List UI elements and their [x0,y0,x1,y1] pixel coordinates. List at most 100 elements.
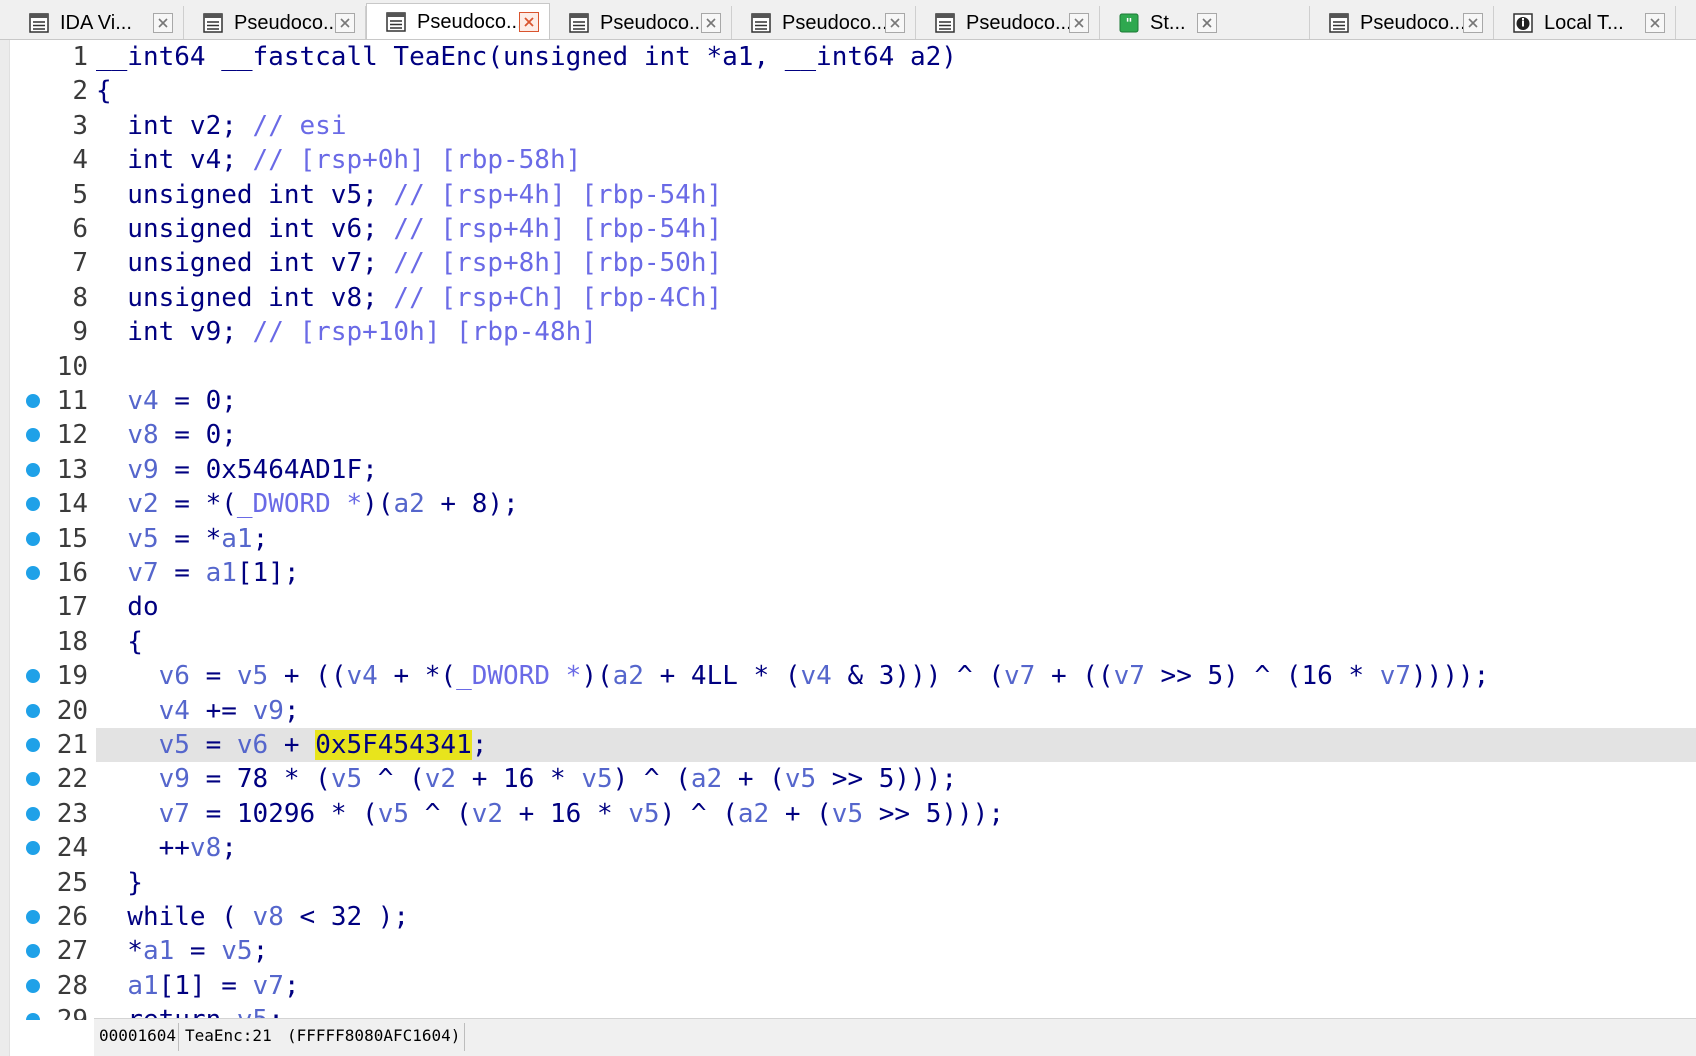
tab-pseudocode[interactable]: Pseudoco... [184,6,366,39]
code-token: < 32 ); [283,902,410,932]
code-text[interactable]: v6 = v5 + ((v4 + *(_DWORD *)(a2 + 4LL * … [96,659,1490,693]
tab-pseudocode[interactable]: Pseudoco... [732,6,916,39]
code-text[interactable]: v5 = v6 + 0x5F454341; [96,728,487,762]
code-line[interactable]: 28 a1[1] = v7; [10,969,1696,1003]
breakpoint-dot-icon[interactable] [26,428,40,443]
code-line[interactable]: 3 int v2; // esi [10,109,1696,143]
code-text[interactable]: } [96,866,143,900]
status-separator [178,1023,179,1051]
tab-local-types[interactable]: Local T... [1494,6,1676,39]
breakpoint-dot-icon[interactable] [26,703,40,718]
tab-pseudocode[interactable]: Pseudoco... [1310,6,1494,39]
code-line[interactable]: 23 v7 = 10296 * (v5 ^ (v2 + 16 * v5) ^ (… [10,797,1696,831]
code-text[interactable]: v9 = 78 * (v5 ^ (v2 + 16 * v5) ^ (a2 + (… [96,762,957,796]
code-text[interactable]: v4 += v9; [96,694,300,728]
close-icon[interactable] [519,12,539,32]
code-text[interactable]: v8 = 0; [96,418,237,452]
code-line[interactable]: 8 unsigned int v8; // [rsp+Ch] [rbp-4Ch] [10,281,1696,315]
code-text[interactable]: v7 = 10296 * (v5 ^ (v2 + 16 * v5) ^ (a2 … [96,797,1004,831]
breakpoint-dot-icon[interactable] [26,462,40,477]
breakpoint-dot-icon[interactable] [26,1013,40,1020]
code-text[interactable]: unsigned int v5; // [rsp+4h] [rbp-54h] [96,178,722,212]
tab-strings[interactable]: " St... [1100,6,1310,39]
code-line[interactable]: 19 v6 = v5 + ((v4 + *(_DWORD *)(a2 + 4LL… [10,659,1696,693]
breakpoint-dot-icon[interactable] [26,394,40,408]
code-line[interactable]: 9 int v9; // [rsp+10h] [rbp-48h] [10,315,1696,349]
code-text[interactable]: v5 = *a1; [96,522,268,556]
breakpoint-dot-icon[interactable] [26,944,40,959]
code-line[interactable]: 24 ++v8; [10,831,1696,865]
tab-label: Pseudoco... [966,11,1072,34]
breakpoint-dot-icon[interactable] [26,772,40,787]
code-line[interactable]: 20 v4 += v9; [10,694,1696,728]
code-text[interactable]: unsigned int v7; // [rsp+8h] [rbp-50h] [96,246,722,280]
code-text[interactable]: { [96,625,143,659]
code-line[interactable]: 6 unsigned int v6; // [rsp+4h] [rbp-54h] [10,212,1696,246]
code-line[interactable]: 14 v2 = *(_DWORD *)(a2 + 8); [10,487,1696,521]
code-text[interactable]: unsigned int v6; // [rsp+4h] [rbp-54h] [96,212,722,246]
breakpoint-dot-icon[interactable] [26,497,40,512]
code-token: v5 [831,798,864,829]
code-line[interactable]: 5 unsigned int v5; // [rsp+4h] [rbp-54h] [10,178,1696,212]
code-text[interactable]: int v4; // [rsp+0h] [rbp-58h] [96,143,581,177]
code-text[interactable]: __int64 __fastcall TeaEnc(unsigned int *… [96,40,957,74]
breakpoint-dot-icon[interactable] [26,910,40,924]
close-icon[interactable] [335,13,355,33]
tab-ida-view[interactable]: IDA Vi... [10,6,184,39]
code-text[interactable]: do [96,590,158,624]
breakpoint-dot-icon[interactable] [26,566,40,580]
code-text[interactable]: ++v8; [96,831,237,865]
breakpoint-dot-icon[interactable] [26,738,40,752]
tab-pseudocode-active[interactable]: Pseudoco... [366,3,550,39]
code-text[interactable]: v4 = 0; [96,384,237,418]
code-line[interactable]: 2{ [10,74,1696,108]
close-icon[interactable] [153,13,173,33]
code-line[interactable]: 11 v4 = 0; [10,384,1696,418]
code-line[interactable]: 15 v5 = *a1; [10,522,1696,556]
code-token: ; [283,695,300,726]
code-line[interactable]: 21 v5 = v6 + 0x5F454341; [10,728,1696,763]
code-text[interactable]: unsigned int v8; // [rsp+Ch] [rbp-4Ch] [96,281,722,315]
code-line[interactable]: 17 do [10,590,1696,624]
code-token: = [189,730,237,760]
breakpoint-dot-icon[interactable] [26,806,40,821]
code-line[interactable]: 10 [10,350,1696,384]
close-icon[interactable] [1463,13,1483,33]
code-text[interactable]: int v9; // [rsp+10h] [rbp-48h] [96,315,597,349]
close-icon[interactable] [1197,13,1217,33]
code-line[interactable]: 27 *a1 = v5; [10,934,1696,968]
code-token: v2 [127,489,159,520]
tab-pseudocode[interactable]: Pseudoco... [550,6,732,39]
code-line[interactable]: 7 unsigned int v7; // [rsp+8h] [rbp-50h] [10,246,1696,280]
close-icon[interactable] [885,13,905,33]
code-line[interactable]: 16 v7 = a1[1]; [10,556,1696,590]
tab-pseudocode[interactable]: Pseudoco... [916,6,1100,39]
code-text[interactable]: *a1 = v5; [96,934,268,968]
breakpoint-dot-icon[interactable] [26,841,40,856]
code-line[interactable]: 25 } [10,866,1696,900]
code-text[interactable]: v9 = 0x5464AD1F; [96,453,377,487]
close-icon[interactable] [1069,13,1089,33]
code-line[interactable]: 4 int v4; // [rsp+0h] [rbp-58h] [10,143,1696,177]
pseudocode-editor[interactable]: 1 __int64 __fastcall TeaEnc(unsigned int … [10,40,1696,1020]
breakpoint-dot-icon[interactable] [26,669,40,684]
close-icon[interactable] [701,13,721,33]
code-text[interactable]: while ( v8 < 32 ); [96,900,409,934]
code-line[interactable]: 22 v9 = 78 * (v5 ^ (v2 + 16 * v5) ^ (a2 … [10,762,1696,796]
breakpoint-dot-icon[interactable] [26,978,40,993]
breakpoint-dot-icon[interactable] [26,531,40,546]
close-icon[interactable] [1645,13,1665,33]
code-line[interactable]: 13 v9 = 0x5464AD1F; [10,453,1696,487]
line-number: 27 [56,936,88,967]
code-line[interactable]: 26 while ( v8 < 32 ); [10,900,1696,934]
code-text[interactable]: int v2; // esi [96,109,346,143]
code-text[interactable]: a1[1] = v7; [96,969,299,1003]
code-text[interactable]: v2 = *(_DWORD *)(a2 + 8); [96,487,518,521]
code-text[interactable]: { [96,74,112,108]
code-token: // [rsp+10h] [rbp-48h] [252,317,597,348]
code-line[interactable]: 12 v8 = 0; [10,418,1696,452]
code-text[interactable]: v7 = a1[1]; [96,556,299,590]
code-line[interactable]: 1 __int64 __fastcall TeaEnc(unsigned int … [10,40,1696,74]
code-line[interactable]: 18 { [10,625,1696,659]
